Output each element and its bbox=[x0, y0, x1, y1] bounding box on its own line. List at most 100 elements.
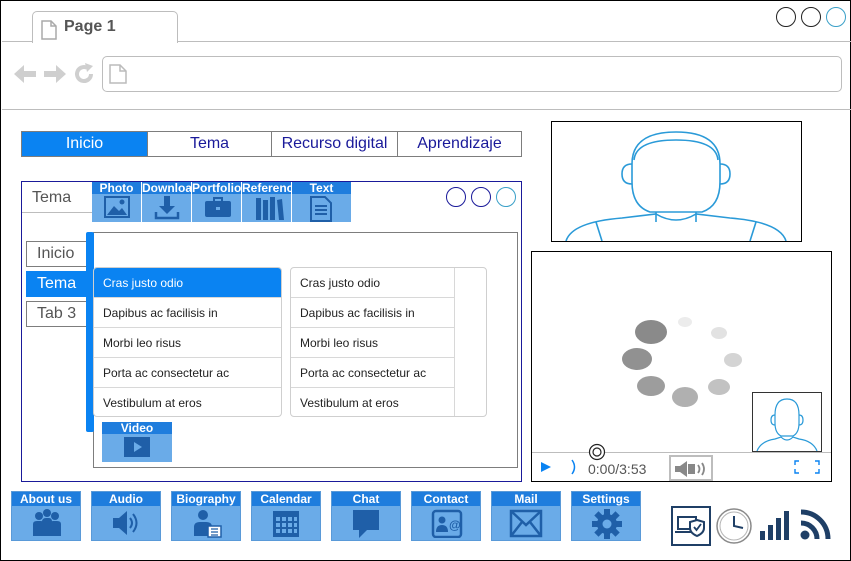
svg-text:@: @ bbox=[449, 518, 461, 532]
text-label: Text bbox=[292, 182, 351, 194]
list-item[interactable]: Porta ac consectetur ac bbox=[291, 358, 455, 388]
tab-tema[interactable]: Tema bbox=[148, 132, 272, 156]
download-label: Download bbox=[142, 182, 191, 194]
download-icon bbox=[154, 196, 180, 220]
chat-icon bbox=[353, 510, 379, 538]
page-icon bbox=[41, 20, 57, 40]
tema-panel: Tema Photo Download Portfolio bbox=[21, 181, 522, 482]
tab-aprendizaje[interactable]: Aprendizaje bbox=[398, 132, 521, 156]
video-button[interactable]: Video bbox=[102, 422, 172, 462]
biography-label: Biography bbox=[172, 492, 240, 506]
chat-button[interactable]: Chat bbox=[331, 491, 401, 541]
loading-spinner-icon bbox=[622, 317, 742, 407]
references-label: References bbox=[242, 182, 291, 194]
settings-label: Settings bbox=[572, 492, 640, 506]
list-item[interactable]: Porta ac consectetur ac bbox=[94, 358, 281, 388]
url-input[interactable] bbox=[102, 56, 842, 92]
mail-label: Mail bbox=[492, 492, 560, 506]
briefcase-icon bbox=[205, 197, 231, 217]
scrubber-handle-icon[interactable] bbox=[588, 443, 606, 461]
references-button[interactable]: References bbox=[242, 182, 292, 222]
list-item[interactable]: Cras justo odio bbox=[291, 268, 455, 298]
panel-minimize-button[interactable] bbox=[446, 187, 466, 207]
audio-button[interactable]: Audio bbox=[91, 491, 161, 541]
panel-close-button[interactable] bbox=[496, 187, 516, 207]
list-item[interactable]: Vestibulum at eros bbox=[291, 388, 455, 416]
tab-inicio[interactable]: Inicio bbox=[22, 132, 148, 156]
audio-label: Audio bbox=[92, 492, 160, 506]
list-item[interactable]: Vestibulum at eros bbox=[94, 388, 281, 416]
reload-icon[interactable] bbox=[72, 62, 96, 86]
image-icon bbox=[104, 196, 130, 218]
list-item[interactable]: Dapibus ac facilisis in bbox=[94, 298, 281, 328]
list-item[interactable]: Morbi leo risus bbox=[291, 328, 455, 358]
list-group-right: Cras justo odio Dapibus ac facilisis in … bbox=[290, 267, 487, 417]
back-arrow-icon[interactable] bbox=[12, 63, 38, 85]
chat-label: Chat bbox=[332, 492, 400, 506]
calendar-icon bbox=[273, 511, 299, 537]
video-label: Video bbox=[102, 422, 172, 434]
contact-button[interactable]: Contact @ bbox=[411, 491, 481, 541]
speaker-icon bbox=[113, 511, 138, 535]
volume-wave-icon bbox=[571, 459, 576, 475]
contact-label: Contact bbox=[412, 492, 480, 506]
gear-icon bbox=[592, 509, 622, 539]
secure-laptop-button[interactable] bbox=[671, 506, 711, 546]
tab-strip: Page 1 bbox=[2, 2, 851, 43]
about-us-label: About us bbox=[12, 492, 80, 506]
window-minimize-button[interactable] bbox=[776, 7, 796, 27]
secure-laptop-icon bbox=[675, 516, 705, 538]
panel-title: Tema bbox=[32, 189, 72, 206]
fullscreen-icon[interactable] bbox=[794, 460, 820, 474]
speaker-icon bbox=[675, 461, 705, 477]
vtab-inicio[interactable]: Inicio bbox=[26, 241, 88, 267]
panel-maximize-button[interactable] bbox=[471, 187, 491, 207]
photo-button[interactable]: Photo bbox=[92, 182, 142, 222]
mail-icon bbox=[509, 509, 543, 538]
group-icon bbox=[33, 509, 61, 536]
video-player[interactable]: 0:00/3:53 bbox=[531, 251, 832, 482]
calendar-button[interactable]: Calendar bbox=[251, 491, 321, 541]
window-maximize-button[interactable] bbox=[801, 7, 821, 27]
play-video-icon bbox=[124, 437, 150, 457]
page-icon bbox=[109, 64, 127, 84]
books-icon bbox=[256, 197, 284, 220]
browser-window: Page 1 Inicio Tema Recurso digital Apren… bbox=[0, 0, 851, 561]
list-group-left: Cras justo odio Dapibus ac facilisis in … bbox=[93, 267, 282, 417]
pip-webcam[interactable] bbox=[752, 392, 822, 452]
portfolio-label: Portfolio bbox=[192, 182, 241, 194]
signal-icon[interactable] bbox=[759, 509, 791, 541]
list-item[interactable]: Dapibus ac facilisis in bbox=[291, 298, 455, 328]
about-us-button[interactable]: About us bbox=[11, 491, 81, 541]
portfolio-button[interactable]: Portfolio bbox=[192, 182, 242, 222]
player-controls: 0:00/3:53 bbox=[532, 443, 831, 481]
panel-header-divider bbox=[22, 212, 92, 213]
person-avatar-icon bbox=[756, 398, 818, 452]
list-item[interactable]: Cras justo odio bbox=[94, 268, 281, 298]
wifi-icon[interactable] bbox=[799, 509, 833, 541]
settings-button[interactable]: Settings bbox=[571, 491, 641, 541]
tab-recurso-digital[interactable]: Recurso digital bbox=[272, 132, 398, 156]
mute-button[interactable] bbox=[669, 455, 713, 481]
webcam-video-panel[interactable] bbox=[551, 121, 802, 242]
mail-button[interactable]: Mail bbox=[491, 491, 561, 541]
biography-button[interactable]: Biography bbox=[171, 491, 241, 541]
photo-label: Photo bbox=[92, 182, 141, 194]
clock-icon[interactable] bbox=[715, 507, 753, 545]
forward-arrow-icon[interactable] bbox=[42, 63, 68, 85]
address-bar-row bbox=[2, 43, 851, 110]
text-button[interactable]: Text bbox=[292, 182, 352, 222]
document-icon bbox=[310, 196, 332, 222]
vtab-tema[interactable]: Tema bbox=[26, 271, 88, 297]
play-icon[interactable] bbox=[540, 461, 552, 473]
person-avatar-icon bbox=[565, 131, 787, 242]
tab-title: Page 1 bbox=[64, 18, 116, 35]
download-button[interactable]: Download bbox=[142, 182, 192, 222]
main-nav-tabs: Inicio Tema Recurso digital Aprendizaje bbox=[21, 131, 522, 157]
vtab-tab-3[interactable]: Tab 3 bbox=[26, 301, 88, 327]
browser-tab[interactable]: Page 1 bbox=[32, 11, 178, 43]
calendar-label: Calendar bbox=[252, 492, 320, 506]
list-item[interactable]: Morbi leo risus bbox=[94, 328, 281, 358]
person-book-icon bbox=[194, 510, 222, 538]
window-close-button[interactable] bbox=[826, 7, 846, 27]
